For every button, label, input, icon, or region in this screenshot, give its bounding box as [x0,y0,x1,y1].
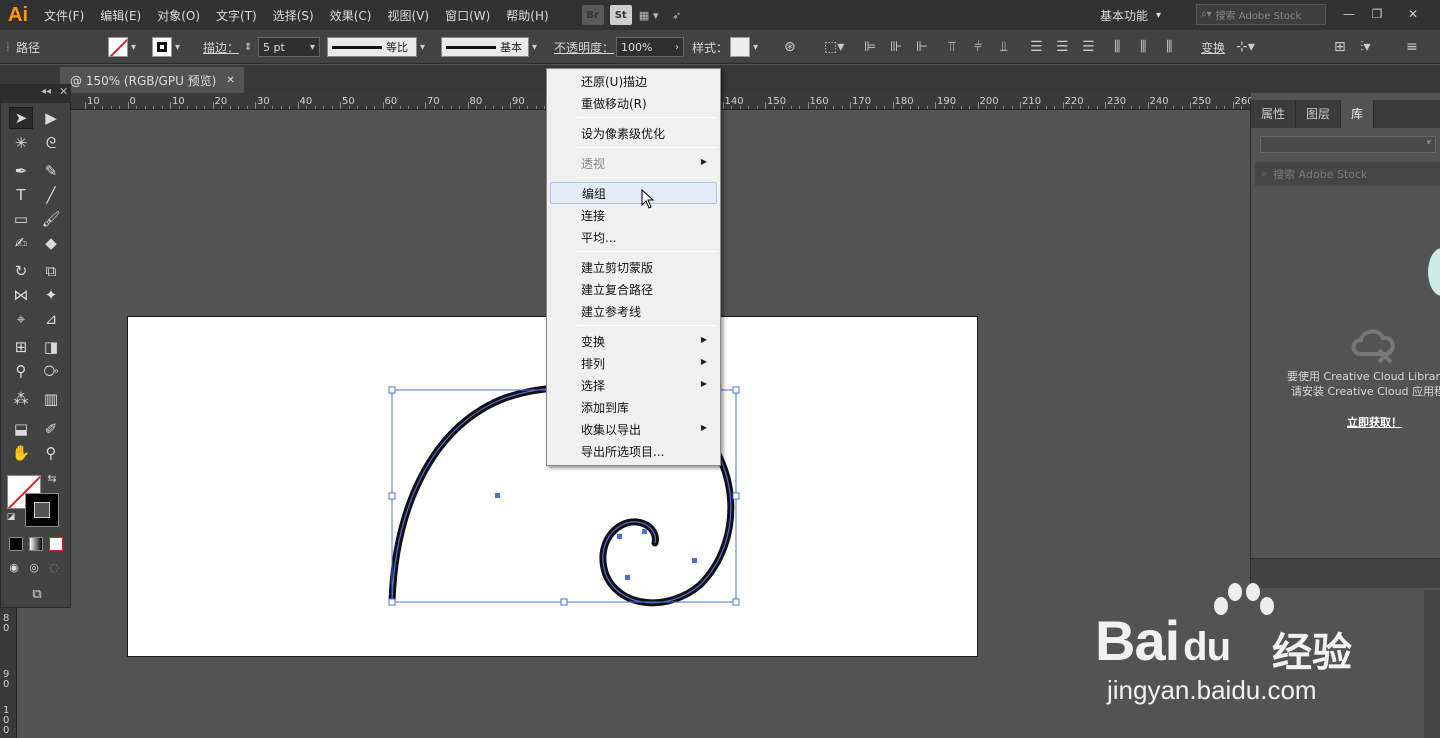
menu-separator [577,251,717,252]
vertical-scrollbar[interactable] [1424,590,1440,738]
selection-handle [388,386,396,394]
center-point [495,493,500,498]
context-menu: 还原(U)描边 重做移动(R) 设为像素级优化 透视 ▶ 编组连接平均... 建立剪切蒙版建… [546,68,721,466]
tab-layers[interactable]: 图层 [1296,100,1342,128]
submenu-arrow-icon: ▶ [700,379,707,388]
context-menu-item-label: 导出所选项目... [581,444,665,459]
context-menu-item[interactable]: 设为像素级优化 [550,122,717,144]
selection-handle [732,386,740,394]
library-select[interactable]: ▾ [1260,136,1436,153]
anchor-point [692,558,697,563]
selection-handle [732,492,740,500]
watermark-url: jingyan.baidu.com [1107,675,1317,705]
context-menu-item[interactable]: 建立参考线 [550,300,717,322]
context-menu-item-label: 排列 [581,356,606,371]
anchor-point [625,575,630,580]
selection-handle [560,598,568,606]
library-search-input[interactable]: ⌕ 搜索 Adobe Stock [1255,162,1440,186]
panel-tabs: 属性 图层 库 [1251,100,1440,128]
context-menu-item[interactable]: 导出所选项目... [550,440,717,462]
tab-properties[interactable]: 属性 [1251,100,1297,128]
context-menu-item[interactable]: 建立剪切蒙版 [550,256,717,278]
menu-separator [577,117,717,118]
context-menu-item-label: 变换 [581,334,606,349]
context-menu-item[interactable]: 连接 [550,204,717,226]
context-menu-item[interactable]: 建立复合路径 [550,278,717,300]
panel-message-line2: 请安装 Creative Cloud 应用程 [1291,385,1440,398]
submenu-arrow-icon: ▶ [700,423,707,432]
tab-libraries[interactable]: 库 [1341,100,1375,128]
context-menu-item[interactable]: 排列 ▶ [550,352,717,374]
context-menu-item-label: 设为像素级优化 [581,126,666,141]
selection-handle [388,492,396,500]
context-menu-item[interactable]: 平均... [550,226,717,248]
context-menu-item: 透视 ▶ [550,152,717,174]
context-menu-item[interactable]: 重做移动(R) [550,92,717,114]
context-menu-item-label: 编组 [582,186,607,201]
context-menu-item-label: 重做移动(R) [581,96,647,111]
anchor-point [642,529,647,534]
submenu-arrow-icon: ▶ [700,335,707,344]
context-menu-item[interactable]: 编组 [550,182,717,204]
library-search-placeholder: 搜索 Adobe Stock [1273,168,1368,181]
context-menu-item[interactable]: 选择 ▶ [550,374,717,396]
submenu-arrow-icon: ▶ [700,357,707,366]
menu-separator [577,325,717,326]
context-menu-item-label: 连接 [581,208,606,223]
selection-handle [388,598,396,606]
menu-separator [577,177,717,178]
context-menu-item-label: 建立参考线 [581,304,642,319]
context-menu-item-label: 建立剪切蒙版 [581,260,654,275]
baidu-watermark: Bai du 经验 jingyan.baidu.com [1095,580,1365,710]
watermark-brand-bai: Bai [1095,609,1180,672]
libraries-panel: 属性 图层 库 ▾ ⌕ 搜索 Adobe Stock 要使用 Creative … [1250,100,1440,588]
chevron-down-icon: ▾ [1426,138,1431,148]
context-menu-item-label: 透视 [581,156,606,171]
get-app-link[interactable]: 立即获取！ [1347,414,1402,430]
context-menu-item[interactable]: 还原(U)描边 [550,70,717,92]
search-icon: ⌕ [1261,167,1268,180]
mouse-cursor-icon [641,189,655,209]
context-menu-item[interactable]: 添加到库 [550,396,717,418]
submenu-arrow-icon: ▶ [700,157,707,166]
context-menu-item-label: 添加到库 [581,400,630,415]
context-menu-item[interactable]: 变换 ▶ [550,330,717,352]
selection-handle [732,598,740,606]
context-menu-item-label: 收集以导出 [581,422,642,437]
anchor-point [617,534,622,539]
context-menu-item-label: 选择 [581,378,606,393]
watermark-brand: Bai du [1095,608,1231,673]
creative-cloud-icon [1351,329,1395,364]
panel-message-line1: 要使用 Creative Cloud Librari [1287,370,1440,383]
context-menu-item-label: 建立复合路径 [581,282,654,297]
context-menu-item-label: 平均... [581,230,617,245]
menu-separator [577,147,717,148]
context-menu-item-label: 还原(U)描边 [581,74,648,89]
context-menu-item[interactable]: 收集以导出 ▶ [550,418,717,440]
watermark-brand-du: du [1183,625,1231,669]
watermark-cn: 经验 [1272,630,1352,676]
